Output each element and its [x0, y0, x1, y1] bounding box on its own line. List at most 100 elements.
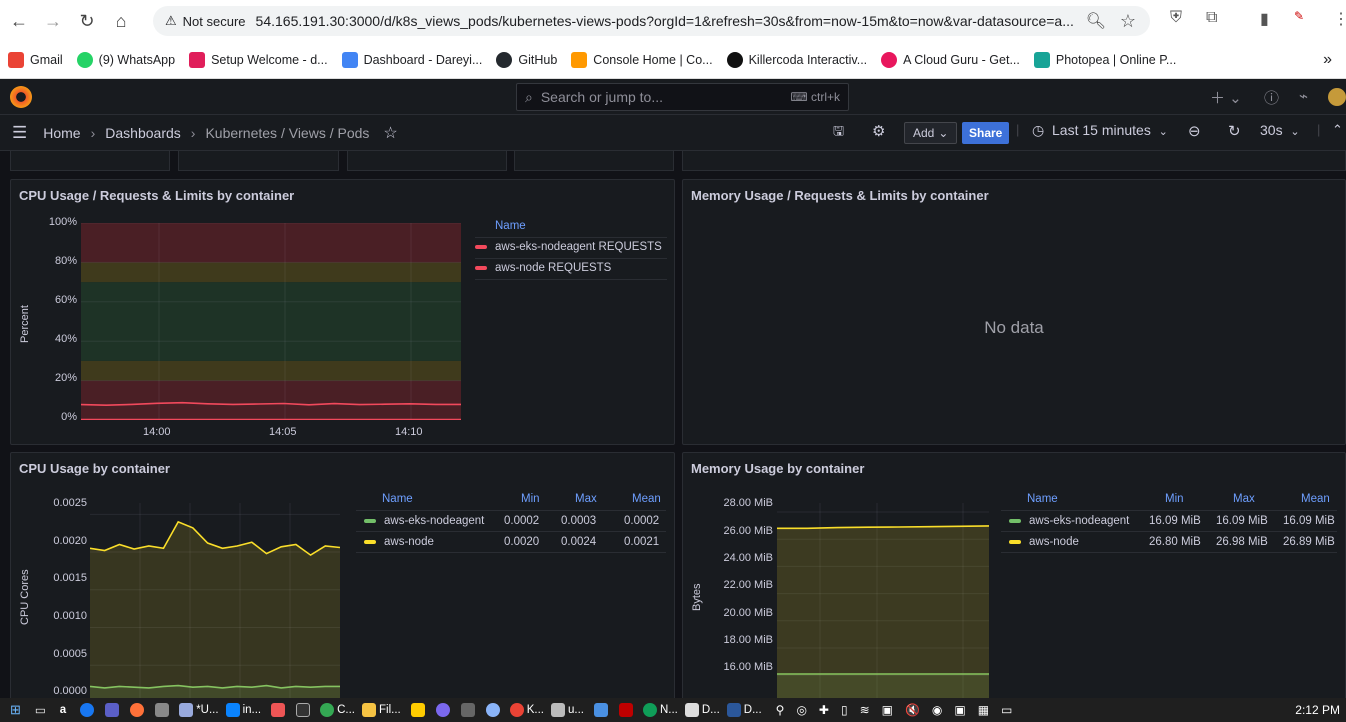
facebook-icon[interactable] [80, 703, 95, 717]
legend-item[interactable]: aws-eks-nodeagent [1009, 515, 1129, 527]
panel-title[interactable]: Memory Usage by container [691, 461, 864, 476]
legend-item[interactable]: aws-eks-nodeagent REQUESTS [475, 241, 662, 253]
menu-dots-icon[interactable]: ⋮ [1333, 9, 1346, 29]
task-view-icon[interactable]: ▭ [35, 703, 46, 717]
bookmark-whatsapp[interactable]: (9) WhatsApp [76, 52, 176, 68]
breadcrumb-home[interactable]: Home [43, 125, 80, 141]
amazon-icon[interactable]: a [60, 704, 66, 716]
save-icon[interactable]: 🖫 [833, 122, 844, 144]
bookmark-star-icon[interactable]: ☆ [1120, 11, 1136, 32]
legend-item[interactable]: aws-node REQUESTS [475, 262, 611, 274]
firefox-icon[interactable] [130, 703, 145, 717]
reload-icon[interactable]: ↻ [70, 4, 104, 38]
y-tick-label: 0.0010 [53, 610, 87, 622]
taskbar-item[interactable]: Fil... [362, 703, 401, 717]
news-rss-icon[interactable]: ⌁ [1299, 87, 1308, 105]
legend-header-min[interactable]: Min [521, 493, 541, 505]
star-icon[interactable]: ☆ [383, 123, 397, 143]
side-panel-icon[interactable]: ▮ [1260, 9, 1269, 29]
cpu-usage-plot[interactable] [90, 503, 340, 698]
threshold-band [81, 360, 461, 381]
share-button[interactable]: Share [962, 122, 1010, 144]
app-icon[interactable] [485, 703, 500, 717]
taskbar-item[interactable]: u... [551, 703, 584, 717]
breadcrumb-dashboards[interactable]: Dashboards [105, 125, 181, 141]
url-text[interactable]: 54.165.191.30:3000/d/k8s_views_pods/kube… [256, 13, 1086, 29]
panel-cpu-requests-limits[interactable]: CPU Usage / Requests & Limits by contain… [10, 179, 675, 445]
app-icon[interactable] [155, 703, 170, 717]
forward-icon[interactable]: → [36, 4, 70, 38]
legend-header-max[interactable]: Max [1233, 493, 1255, 505]
windows-start-icon[interactable]: ⊞ [10, 702, 21, 718]
add-button[interactable]: Add ⌄ [904, 122, 958, 144]
bookmark-darey[interactable]: Dashboard - Dareyi... [341, 52, 482, 68]
panel-memory-usage[interactable]: Memory Usage by container Bytes 28.00 Mi… [682, 452, 1346, 698]
legend-header-name[interactable]: Name [1027, 493, 1058, 505]
legend-header-mean[interactable]: Mean [632, 493, 661, 505]
taskbar-item[interactable]: K... [509, 703, 544, 717]
menu-hamburger-icon[interactable]: ☰ [12, 123, 27, 143]
help-icon[interactable]: ⓘ [1264, 87, 1279, 108]
legend-item[interactable]: aws-node [1009, 536, 1079, 548]
user-avatar[interactable] [1328, 88, 1346, 106]
terminal-icon[interactable] [296, 703, 311, 717]
bookmark-acloudguru[interactable]: A Cloud Guru - Get... [881, 52, 1020, 68]
tray-icons[interactable]: ⚲◎✚▯≋▣🔇◉▣▦▭ [776, 703, 1025, 717]
bookmark-label: (9) WhatsApp [98, 53, 176, 67]
panel-title[interactable]: CPU Usage / Requests & Limits by contain… [19, 188, 294, 203]
zoom-icon[interactable]: 🔍︎ [1086, 11, 1106, 31]
legend-header-min[interactable]: Min [1165, 493, 1184, 505]
filezilla-icon[interactable] [618, 703, 633, 717]
panel-cpu-usage[interactable]: CPU Usage by container CPU Cores 0.0025 … [10, 452, 675, 698]
home-icon[interactable]: ⌂ [104, 4, 138, 38]
profile-icon[interactable]: ✎ [1294, 9, 1304, 23]
back-icon[interactable]: ← [2, 4, 36, 38]
extensions-puzzle-icon[interactable]: ⧉ [1206, 9, 1217, 27]
legend-header-max[interactable]: Max [575, 493, 597, 505]
cpu-requests-plot[interactable] [81, 223, 461, 420]
settings-gear-icon[interactable]: ⚙ [872, 122, 885, 140]
bookmark-slack[interactable]: Setup Welcome - d... [189, 52, 328, 68]
bookmark-github[interactable]: GitHub [496, 52, 557, 68]
security-indicator[interactable]: ⚠ Not secure [153, 13, 256, 29]
app-icon[interactable] [410, 703, 425, 717]
refresh-interval-picker[interactable]: 30s ⌄ [1260, 122, 1300, 138]
taskbar-item[interactable]: *U... [179, 703, 219, 717]
panel-memory-requests-limits[interactable]: Memory Usage / Requests & Limits by cont… [682, 179, 1346, 445]
system-clock[interactable]: 2:12 PM [1295, 703, 1340, 717]
shield-extension-icon[interactable]: ⛨ [1170, 9, 1182, 27]
app-icon[interactable] [593, 703, 608, 717]
taskbar-item[interactable]: D... [726, 703, 762, 717]
calculator-icon[interactable] [460, 703, 475, 717]
panel-title[interactable]: Memory Usage / Requests & Limits by cont… [691, 188, 989, 203]
y-tick-label: 100% [48, 216, 77, 228]
taskbar-item[interactable]: D... [684, 703, 720, 717]
app-icon[interactable] [105, 703, 120, 717]
app-icon[interactable] [271, 703, 286, 717]
taskbar-item[interactable]: N... [642, 703, 678, 717]
grafana-logo-icon[interactable] [10, 86, 32, 108]
app-icon[interactable] [435, 703, 450, 717]
zoom-out-icon[interactable]: ⊖ [1188, 122, 1201, 140]
legend-divider [356, 510, 666, 511]
refresh-icon[interactable]: ↻ [1228, 122, 1241, 140]
bookmark-gmail[interactable]: Gmail [8, 52, 63, 68]
time-picker[interactable]: ◷ Last 15 minutes ⌄ [1032, 122, 1168, 139]
panel-title[interactable]: CPU Usage by container [19, 461, 170, 476]
new-plus-icon[interactable]: ＋ ⌄ [1210, 87, 1242, 108]
taskbar-item[interactable]: in... [225, 703, 261, 717]
collapse-chevron-icon[interactable]: ⌃ [1332, 122, 1343, 138]
bookmark-aws[interactable]: Console Home | Co... [571, 52, 713, 68]
bookmarks-overflow-icon[interactable]: » [1323, 51, 1332, 69]
address-bar[interactable]: ⚠ Not secure 54.165.191.30:3000/d/k8s_vie… [153, 6, 1150, 36]
legend-header-mean[interactable]: Mean [1301, 493, 1330, 505]
legend-item[interactable]: aws-eks-nodeagent [364, 515, 484, 527]
memory-usage-plot[interactable] [777, 503, 989, 698]
taskbar-item[interactable]: C... [320, 703, 355, 717]
breadcrumb-toolbar: ☰ Home › Dashboards › Kubernetes / Views… [0, 115, 1346, 151]
legend-header-name[interactable]: Name [382, 493, 413, 505]
bookmark-killercoda[interactable]: Killercoda Interactiv... [726, 52, 867, 68]
legend-item[interactable]: aws-node [364, 536, 434, 548]
bookmark-photopea[interactable]: Photopea | Online P... [1033, 52, 1176, 68]
search-input[interactable]: ⌕ Search or jump to... ⌨ ctrl+k [516, 83, 849, 111]
